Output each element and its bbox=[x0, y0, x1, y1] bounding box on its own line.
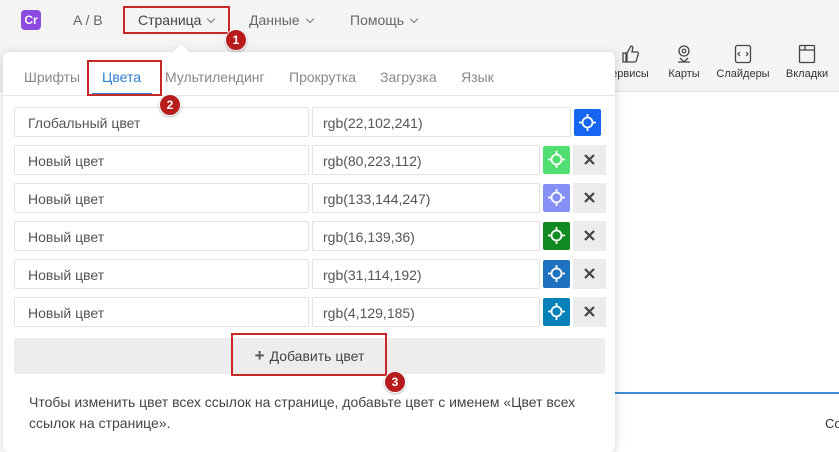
color-picker[interactable] bbox=[543, 222, 570, 250]
color-name-field[interactable]: Новый цвет bbox=[14, 183, 309, 213]
tab-scroll[interactable]: Прокрутка bbox=[289, 69, 356, 85]
thumbs-up-icon bbox=[622, 45, 639, 63]
tool-services-label: ервисы bbox=[611, 68, 649, 80]
color-value-field[interactable]: rgb(4,129,185) bbox=[312, 297, 540, 327]
links-color-hint: Чтобы изменить цвет всех ссылок на стран… bbox=[29, 394, 576, 431]
color-value-field[interactable]: rgb(80,223,112) bbox=[312, 145, 540, 175]
tool-tabs-label: Вкладки bbox=[785, 68, 829, 80]
tool-sliders[interactable]: Слайдеры bbox=[713, 44, 773, 80]
color-name-field[interactable]: Новый цвет bbox=[14, 221, 309, 251]
close-icon bbox=[584, 268, 595, 279]
tab-language[interactable]: Язык bbox=[461, 69, 494, 85]
annotation-box-3 bbox=[231, 333, 387, 376]
tool-maps[interactable]: Карты bbox=[654, 44, 714, 80]
annotation-badge-2: 2 bbox=[159, 94, 181, 116]
crosshair-icon bbox=[548, 303, 565, 320]
color-row: Новый цвет rgb(31,114,192) bbox=[14, 259, 606, 289]
global-color-value-field[interactable]: rgb(22,102,241) bbox=[312, 107, 571, 137]
delete-color-button[interactable] bbox=[573, 145, 606, 175]
color-name-field[interactable]: Новый цвет bbox=[14, 145, 309, 175]
color-value-field[interactable]: rgb(31,114,192) bbox=[312, 259, 540, 289]
color-name-field[interactable]: Новый цвет bbox=[14, 297, 309, 327]
crosshair-icon bbox=[548, 265, 565, 282]
color-name-field[interactable]: Новый цвет bbox=[14, 259, 309, 289]
annotation-box-2 bbox=[87, 60, 162, 96]
annotation-badge-3: 3 bbox=[384, 371, 406, 393]
app-logo[interactable]: Cr bbox=[21, 10, 41, 30]
crosshair-icon bbox=[548, 151, 565, 168]
color-picker[interactable] bbox=[543, 260, 570, 288]
tool-tabs[interactable]: Вкладки bbox=[777, 44, 837, 80]
color-row: Новый цвет rgb(4,129,185) bbox=[14, 297, 606, 327]
color-picker[interactable] bbox=[543, 184, 570, 212]
global-color-picker[interactable] bbox=[574, 109, 601, 136]
menu-help[interactable]: Помощь bbox=[350, 12, 419, 28]
global-color-row: Глобальный цвет rgb(22,102,241) bbox=[14, 107, 605, 137]
close-icon bbox=[584, 306, 595, 317]
delete-color-button[interactable] bbox=[573, 183, 606, 213]
delete-color-button[interactable] bbox=[573, 297, 606, 327]
annotation-badge-1: 1 bbox=[225, 29, 247, 51]
delete-color-button[interactable] bbox=[573, 259, 606, 289]
tool-maps-label: Карты bbox=[668, 68, 700, 80]
annotation-box-1 bbox=[123, 6, 230, 34]
color-row: Новый цвет rgb(133,144,247) bbox=[14, 183, 606, 213]
chevron-down-icon bbox=[409, 14, 419, 24]
chevron-down-icon bbox=[305, 14, 314, 24]
crosshair-icon bbox=[548, 189, 565, 206]
page-settings-dropdown: Шрифты Цвета Мультилендинг Прокрутка Заг… bbox=[3, 43, 615, 452]
delete-color-button[interactable] bbox=[573, 221, 606, 251]
tool-sliders-label: Слайдеры bbox=[716, 68, 770, 80]
tab-loading[interactable]: Загрузка bbox=[380, 69, 437, 85]
menu-help-label: Помощь bbox=[350, 12, 405, 28]
color-row: Новый цвет rgb(16,139,36) bbox=[14, 221, 606, 251]
tab-fonts[interactable]: Шрифты bbox=[24, 69, 80, 85]
color-picker[interactable] bbox=[543, 146, 570, 174]
menu-data-label: Данные bbox=[249, 12, 300, 28]
canvas-text-fragment: Со bbox=[825, 416, 839, 431]
close-icon bbox=[584, 192, 595, 203]
slider-icon bbox=[734, 44, 752, 64]
map-pin-icon bbox=[678, 45, 690, 63]
color-value-field[interactable]: rgb(133,144,247) bbox=[312, 183, 540, 213]
tab-multilanding[interactable]: Мультилендинг bbox=[165, 69, 265, 85]
color-row: Новый цвет rgb(80,223,112) bbox=[14, 145, 606, 175]
color-picker[interactable] bbox=[543, 298, 570, 326]
ab-test-menu[interactable]: A / B bbox=[73, 12, 103, 28]
tabs-icon bbox=[798, 44, 816, 64]
menu-data[interactable]: Данные bbox=[249, 12, 314, 28]
crosshair-icon bbox=[579, 114, 596, 131]
canvas-divider bbox=[600, 392, 839, 394]
close-icon bbox=[584, 230, 595, 241]
crosshair-icon bbox=[548, 227, 565, 244]
close-icon bbox=[584, 154, 595, 165]
color-value-field[interactable]: rgb(16,139,36) bbox=[312, 221, 540, 251]
